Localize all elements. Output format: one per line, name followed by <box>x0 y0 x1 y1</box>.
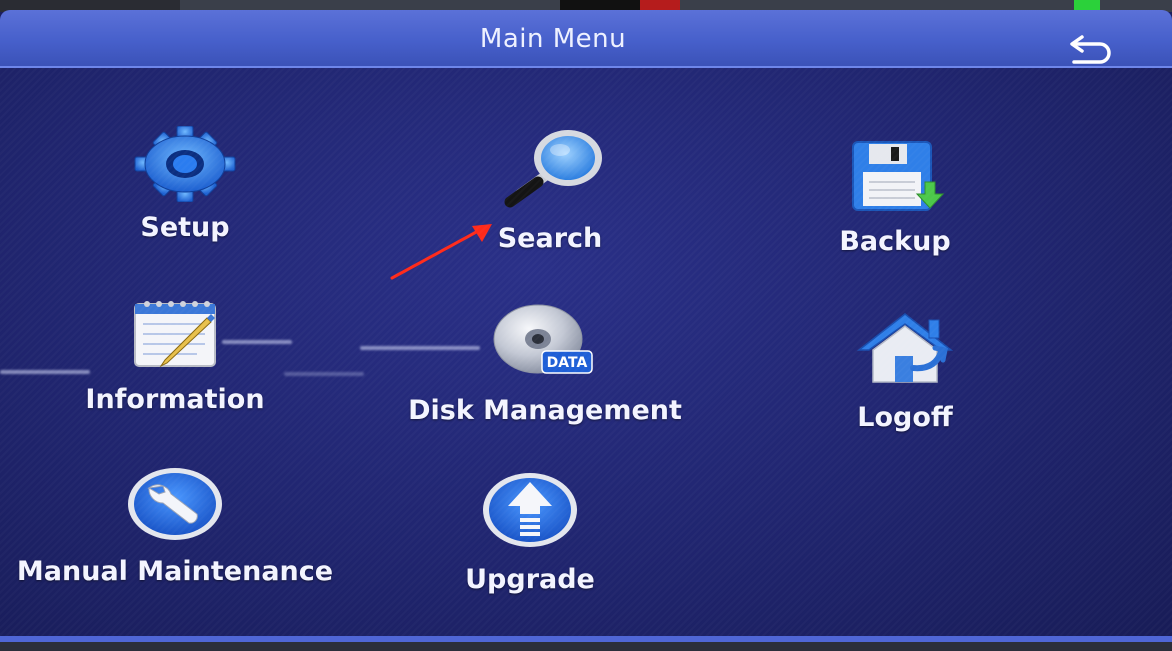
page-title: Main Menu <box>479 24 627 54</box>
menu-item-label: Disk Management <box>408 395 682 426</box>
disc-data-text: DATA <box>547 355 588 371</box>
wrench-icon <box>128 468 222 540</box>
screen-glare <box>284 372 364 376</box>
menu-item-logoff[interactable]: Logoff <box>810 310 1000 440</box>
menu-item-disk-management[interactable]: DATA Disk Management <box>380 303 710 433</box>
gear-icon <box>134 126 236 202</box>
menu-item-manual-maintenance[interactable]: Manual Maintenance <box>0 466 350 596</box>
menu-item-label: Upgrade <box>465 564 595 595</box>
menu-item-label: Search <box>497 223 603 254</box>
menu-item-information[interactable]: Information <box>70 298 280 428</box>
menu-item-setup[interactable]: Setup <box>90 126 280 256</box>
data-disc-icon: DATA <box>493 304 593 374</box>
menu-item-label: Logoff <box>857 402 953 433</box>
menu-item-backup[interactable]: Backup <box>800 138 990 273</box>
notepad-icon <box>134 301 216 368</box>
menu-item-search[interactable]: Search <box>450 128 650 263</box>
menu-item-label: Manual Maintenance <box>16 556 334 587</box>
main-menu-panel: Setup Search Backup Information DATA Dis… <box>0 68 1172 638</box>
title-bar: Main Menu <box>0 10 1172 68</box>
bottom-bezel-strip <box>0 642 1172 651</box>
upload-arrow-icon <box>483 473 577 547</box>
menu-item-label: Information <box>85 384 265 415</box>
dvr-screen: Main Menu Setup Search Backup Informatio… <box>0 0 1172 651</box>
return-arrow-icon <box>1070 35 1111 64</box>
magnifier-icon <box>504 130 602 208</box>
menu-item-label: Setup <box>140 212 230 243</box>
back-button[interactable] <box>1062 34 1118 66</box>
house-icon <box>856 313 954 383</box>
menu-item-label: Backup <box>839 226 951 257</box>
floppy-disk-icon <box>852 141 945 211</box>
menu-item-upgrade[interactable]: Upgrade <box>430 472 630 602</box>
